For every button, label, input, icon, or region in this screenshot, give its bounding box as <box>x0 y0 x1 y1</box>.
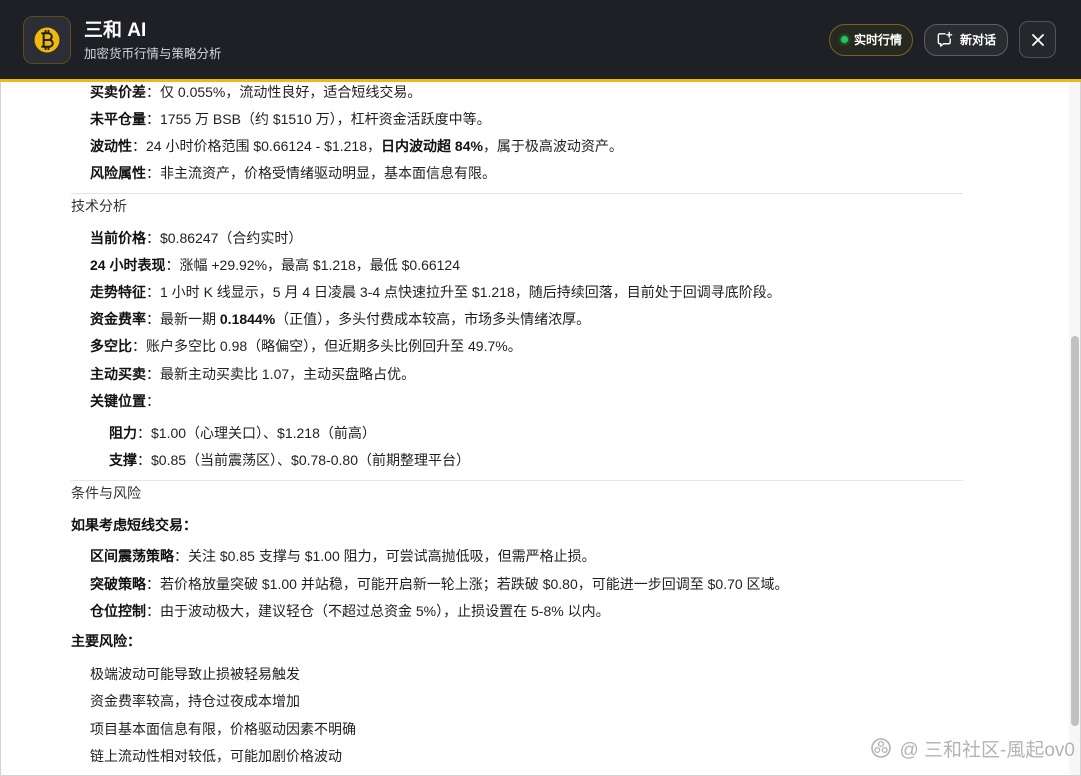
item-highlight: 0.1844% <box>219 311 276 327</box>
item-label: 主动买卖 <box>90 366 146 382</box>
new-chat-button[interactable]: 新对话 <box>923 23 1008 56</box>
market-item-open-interest: 未平仓量：1755 万 BSB（约 $1510 万），杠杆资金活跃度中等。 <box>90 106 491 133</box>
technical-item-funding: 资金费率：最新一期 0.1844%（正值），多头付费成本较高，市场多头情绪浓厚。 <box>90 306 590 333</box>
item-label: 关键位置 <box>90 393 146 409</box>
watermark: @ 三和社区-風起ov0 <box>869 734 1075 762</box>
item-label: 阻力 <box>109 425 137 441</box>
risk-item: 项目基本面信息有限，价格驱动因素不明确 <box>90 721 356 737</box>
market-item-volatility: 波动性：24 小时价格范围 $0.66124 - $1.218，日内波动超 84… <box>90 133 623 160</box>
section-divider <box>71 480 963 481</box>
header-actions: 实时行情 新对话 <box>828 21 1056 58</box>
bitcoin-icon <box>23 16 71 64</box>
item-label: 仓位控制 <box>90 603 146 619</box>
technical-item-long-short: 多空比：账户多空比 0.98（略偏空），但近期多头比例回升至 49.7%。 <box>90 333 522 360</box>
strategy-item-breakout: 突破策略：若价格放量突破 $1.00 并站稳，可能开启新一轮上涨；若跌破 $0.… <box>90 571 789 598</box>
item-text: ：$1.00（心理关口）、$1.218（前高） <box>137 425 376 441</box>
new-chat-label: 新对话 <box>959 33 996 47</box>
item-label: 波动性 <box>90 138 132 154</box>
item-text: ：1 小时 K 线显示，5 月 4 日凌晨 3-4 点快速拉升至 $1.218，… <box>146 284 781 300</box>
item-text: ：24 小时价格范围 $0.66124 - $1.218， <box>132 138 382 154</box>
key-level-resistance: 阻力：$1.00（心理关口）、$1.218（前高） <box>109 420 376 447</box>
app-header: 三和 AI 加密货币行情与策略分析 实时行情 新对话 <box>0 0 1081 82</box>
item-text: ：关注 $0.85 支撑与 $1.00 阻力，可尝试高抛低吸，但需严格止损。 <box>174 548 596 564</box>
app-subtitle: 加密货币行情与策略分析 <box>84 47 222 61</box>
risk-title: 主要风险： <box>71 633 141 649</box>
strategy-item-range: 区间震荡策略：关注 $0.85 支撑与 $1.00 阻力，可尝试高抛低吸，但需严… <box>90 543 596 570</box>
item-text: ：最新主动买卖比 1.07，主动买盘略占优。 <box>146 366 416 382</box>
live-market-label: 实时行情 <box>853 33 902 47</box>
item-label: 24 小时表现 <box>90 257 166 273</box>
market-item-risk: 风险属性：非主流资产，价格受情绪驱动明显，基本面信息有限。 <box>90 160 496 187</box>
close-icon <box>1031 33 1045 47</box>
risk-item: 链上流动性相对较低，可能加剧价格波动 <box>90 748 342 764</box>
item-label: 当前价格 <box>90 230 146 246</box>
item-text: ：若价格放量突破 $1.00 并站稳，可能开启新一轮上涨；若跌破 $0.80，可… <box>146 576 789 592</box>
live-status-dot-icon <box>840 36 848 43</box>
item-tail: （正值），多头付费成本较高，市场多头情绪浓厚。 <box>275 311 591 327</box>
risk-item: 极端波动可能导致止损被轻易触发 <box>90 666 300 682</box>
item-label: 走势特征 <box>90 284 146 300</box>
market-item-spread: 买卖价差：仅 0.055%，流动性良好，适合短线交易。 <box>90 79 421 106</box>
item-text: ：仅 0.055%，流动性良好，适合短线交易。 <box>146 84 422 100</box>
item-text: ：由于波动极大，建议轻仓（不超过总资金 5%），止损设置在 5-8% 以内。 <box>146 603 610 619</box>
item-highlight: 日内波动超 84% <box>381 138 483 154</box>
watermark-text: @ 三和社区-風起ov0 <box>899 739 1075 761</box>
item-label: 资金费率 <box>90 311 146 327</box>
strategy-item-position: 仓位控制：由于波动极大，建议轻仓（不超过总资金 5%），止损设置在 5-8% 以… <box>90 598 610 625</box>
item-label: 买卖价差 <box>90 84 146 100</box>
scrollbar-thumb[interactable] <box>1071 336 1079 726</box>
item-text: ： <box>146 393 160 409</box>
item-text: ：1755 万 BSB（约 $1510 万），杠杆资金活跃度中等。 <box>146 111 491 127</box>
item-label: 多空比 <box>90 338 132 354</box>
community-logo-icon <box>869 736 893 760</box>
item-text: ：最新一期 <box>146 311 220 327</box>
item-text: ：涨幅 +29.92%，最高 $1.218，最低 $0.66124 <box>165 257 461 273</box>
chat-plus-icon <box>936 31 953 48</box>
close-button[interactable] <box>1019 21 1056 58</box>
section-divider <box>71 193 963 194</box>
item-text: ：$0.86247（合约实时） <box>146 230 303 246</box>
technical-item-price: 当前价格：$0.86247（合约实时） <box>90 225 302 252</box>
technical-item-key-levels: 关键位置： <box>90 388 160 415</box>
item-label: 风险属性 <box>90 165 146 181</box>
risk-item: 资金费率较高，持仓过夜成本增加 <box>90 693 300 709</box>
item-text: ：$0.85（当前震荡区）、$0.78-0.80（前期整理平台） <box>137 452 470 468</box>
item-label: 支撑 <box>109 452 137 468</box>
app-title: 三和 AI <box>84 20 147 41</box>
item-tail: ，属于极高波动资产。 <box>482 138 623 154</box>
technical-item-trend: 走势特征：1 小时 K 线显示，5 月 4 日凌晨 3-4 点快速拉升至 $1.… <box>90 279 781 306</box>
item-label: 突破策略 <box>90 576 146 592</box>
conditions-heading: 条件与风险 <box>71 485 141 501</box>
item-text: ：非主流资产，价格受情绪驱动明显，基本面信息有限。 <box>146 165 496 181</box>
technical-item-taker: 主动买卖：最新主动买卖比 1.07，主动买盘略占优。 <box>90 361 415 388</box>
item-text: ：账户多空比 0.98（略偏空），但近期多头比例回升至 49.7%。 <box>132 338 522 354</box>
technical-heading: 技术分析 <box>71 198 127 214</box>
live-market-button[interactable]: 实时行情 <box>828 23 913 56</box>
technical-item-24h: 24 小时表现：涨幅 +29.92%，最高 $1.218，最低 $0.66124 <box>90 252 460 279</box>
key-level-support: 支撑：$0.85（当前震荡区）、$0.78-0.80（前期整理平台） <box>109 447 470 474</box>
strategy-title: 如果考虑短线交易： <box>71 517 197 533</box>
item-label: 区间震荡策略 <box>90 548 174 564</box>
item-label: 未平仓量 <box>90 111 146 127</box>
